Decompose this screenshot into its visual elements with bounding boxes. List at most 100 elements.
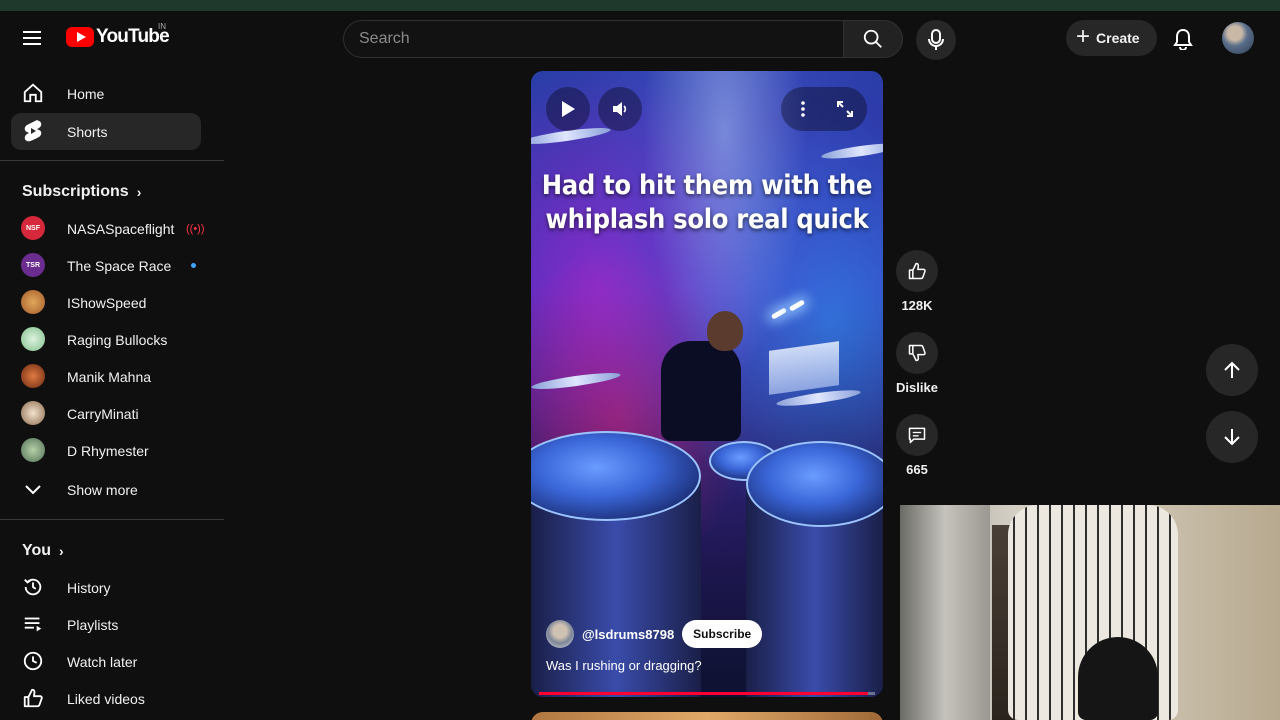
like-button[interactable] bbox=[896, 250, 938, 292]
channel-avatar: TSR bbox=[21, 253, 45, 277]
caption-line: whiplash solo real quick bbox=[545, 204, 869, 235]
channel-avatar bbox=[21, 327, 45, 351]
expand-icon bbox=[837, 101, 853, 117]
short-title[interactable]: Was I rushing or dragging? bbox=[546, 658, 702, 673]
masthead: YouTube IN + Create bbox=[0, 11, 1280, 65]
next-short-button[interactable] bbox=[1206, 411, 1258, 463]
drummer-head-graphic bbox=[707, 311, 743, 351]
video-progress-fill bbox=[539, 692, 869, 695]
comments-action: 665 bbox=[895, 414, 939, 477]
sidebar-item-label: IShowSpeed bbox=[67, 294, 147, 311]
stage-light-graphic bbox=[770, 307, 788, 320]
sidebar-item-subscription[interactable]: Manik Mahna bbox=[11, 358, 201, 395]
mute-button[interactable] bbox=[598, 87, 642, 131]
sidebar-item-subscription[interactable]: IShowSpeed bbox=[11, 284, 201, 321]
more-options-button[interactable] bbox=[781, 87, 825, 131]
fullscreen-button[interactable] bbox=[823, 87, 867, 131]
channel-avatar bbox=[21, 401, 45, 425]
play-button[interactable] bbox=[546, 87, 590, 131]
sidebar-item-history[interactable]: History bbox=[11, 569, 201, 606]
sidebar-item-label: NASASpaceflight bbox=[67, 220, 175, 237]
youtube-logo[interactable]: YouTube IN bbox=[66, 22, 170, 48]
sidebar-item-label: Shorts bbox=[67, 123, 108, 140]
sidebar-item-subscription[interactable]: NSF NASASpaceflight ((•)) bbox=[11, 210, 205, 247]
player-controls-group bbox=[781, 87, 867, 131]
like-count: 128K bbox=[901, 298, 933, 313]
channel-name[interactable]: @lsdrums8798 bbox=[582, 627, 674, 642]
cymbal-graphic bbox=[531, 369, 622, 393]
menu-icon[interactable] bbox=[16, 21, 50, 55]
microphone-icon bbox=[928, 29, 944, 50]
volume-icon bbox=[613, 102, 627, 116]
subscriptions-title: Subscriptions bbox=[22, 183, 129, 200]
voice-search-button[interactable] bbox=[916, 20, 956, 60]
channel-avatar bbox=[21, 438, 45, 462]
sidebar-item-label: Playlists bbox=[67, 616, 119, 633]
search-icon bbox=[863, 29, 882, 48]
music-stand-graphic bbox=[769, 341, 839, 395]
plus-icon: + bbox=[1076, 23, 1091, 50]
sidebar-item-home[interactable]: Home bbox=[11, 75, 201, 112]
channel-avatar[interactable] bbox=[546, 620, 574, 648]
next-short-preview[interactable] bbox=[531, 712, 883, 720]
play-icon bbox=[562, 101, 575, 117]
like-action: 128K bbox=[895, 250, 939, 313]
sidebar-item-subscription[interactable]: CarryMinati bbox=[11, 395, 201, 432]
drummer-graphic bbox=[661, 341, 741, 441]
vertical-dots-icon bbox=[801, 101, 805, 117]
dislike-label: Dislike bbox=[896, 380, 938, 395]
subscriptions-heading[interactable]: Subscriptions › bbox=[22, 183, 141, 201]
show-more-button[interactable]: Show more bbox=[11, 471, 201, 508]
video-progress-bar[interactable] bbox=[539, 692, 875, 695]
you-title: You bbox=[22, 542, 52, 559]
arrow-down-icon bbox=[1224, 429, 1240, 446]
drum-graphic bbox=[746, 441, 883, 527]
webcam-overlay bbox=[900, 505, 1280, 720]
sidebar-item-label: Manik Mahna bbox=[67, 368, 152, 385]
playlists-icon bbox=[21, 612, 45, 636]
liked-videos-icon bbox=[21, 686, 45, 710]
you-heading[interactable]: You › bbox=[22, 542, 64, 560]
sidebar-item-watch-later[interactable]: Watch later bbox=[11, 643, 201, 680]
watch-later-icon bbox=[21, 649, 45, 673]
bell-icon bbox=[1173, 28, 1193, 50]
logo-region-code: IN bbox=[158, 22, 166, 31]
stage-light-graphic bbox=[788, 299, 806, 312]
browser-top-strip bbox=[0, 0, 1280, 11]
subscribe-button[interactable]: Subscribe bbox=[682, 620, 763, 648]
sidebar-item-label: Watch later bbox=[67, 653, 138, 670]
search-bar bbox=[343, 20, 903, 58]
channel-row: @lsdrums8798 Subscribe bbox=[546, 619, 763, 649]
dislike-button[interactable] bbox=[896, 332, 938, 374]
sidebar-item-subscription[interactable]: TSR The Space Race bbox=[11, 247, 201, 284]
channel-avatar: NSF bbox=[21, 216, 45, 240]
search-input[interactable] bbox=[343, 20, 843, 58]
sidebar-item-label: The Space Race bbox=[67, 257, 172, 274]
dislike-action: Dislike bbox=[895, 332, 939, 395]
caption-line: Had to hit them with the bbox=[541, 170, 873, 201]
sidebar-item-playlists[interactable]: Playlists bbox=[11, 606, 201, 643]
sidebar-item-liked-videos[interactable]: Liked videos bbox=[11, 680, 201, 717]
sidebar-item-label: Liked videos bbox=[67, 690, 145, 707]
notifications-button[interactable] bbox=[1166, 22, 1200, 56]
channel-avatar bbox=[21, 290, 45, 314]
shorts-video-player[interactable]: Had to hit them with the whiplash solo r… bbox=[531, 71, 883, 697]
sidebar-divider bbox=[0, 519, 224, 520]
comments-button[interactable] bbox=[896, 414, 938, 456]
search-button[interactable] bbox=[843, 20, 903, 58]
sidebar-item-shorts[interactable]: Shorts bbox=[11, 113, 201, 150]
sidebar-item-label: CarryMinati bbox=[67, 405, 139, 422]
new-content-dot-icon bbox=[191, 263, 196, 268]
chevron-right-icon: › bbox=[136, 184, 142, 200]
create-button[interactable]: + Create bbox=[1066, 20, 1157, 56]
create-label: Create bbox=[1096, 30, 1140, 46]
webcam-chair bbox=[1078, 637, 1158, 720]
sidebar-item-subscription[interactable]: D Rhymester bbox=[11, 432, 201, 469]
shorts-icon bbox=[21, 119, 45, 143]
sidebar-item-subscription[interactable]: Raging Bullocks bbox=[11, 321, 201, 358]
previous-short-button[interactable] bbox=[1206, 344, 1258, 396]
sidebar-item-label: History bbox=[67, 579, 111, 596]
channel-avatar bbox=[21, 364, 45, 388]
account-avatar[interactable] bbox=[1222, 22, 1254, 54]
thumbs-up-icon bbox=[908, 262, 926, 280]
